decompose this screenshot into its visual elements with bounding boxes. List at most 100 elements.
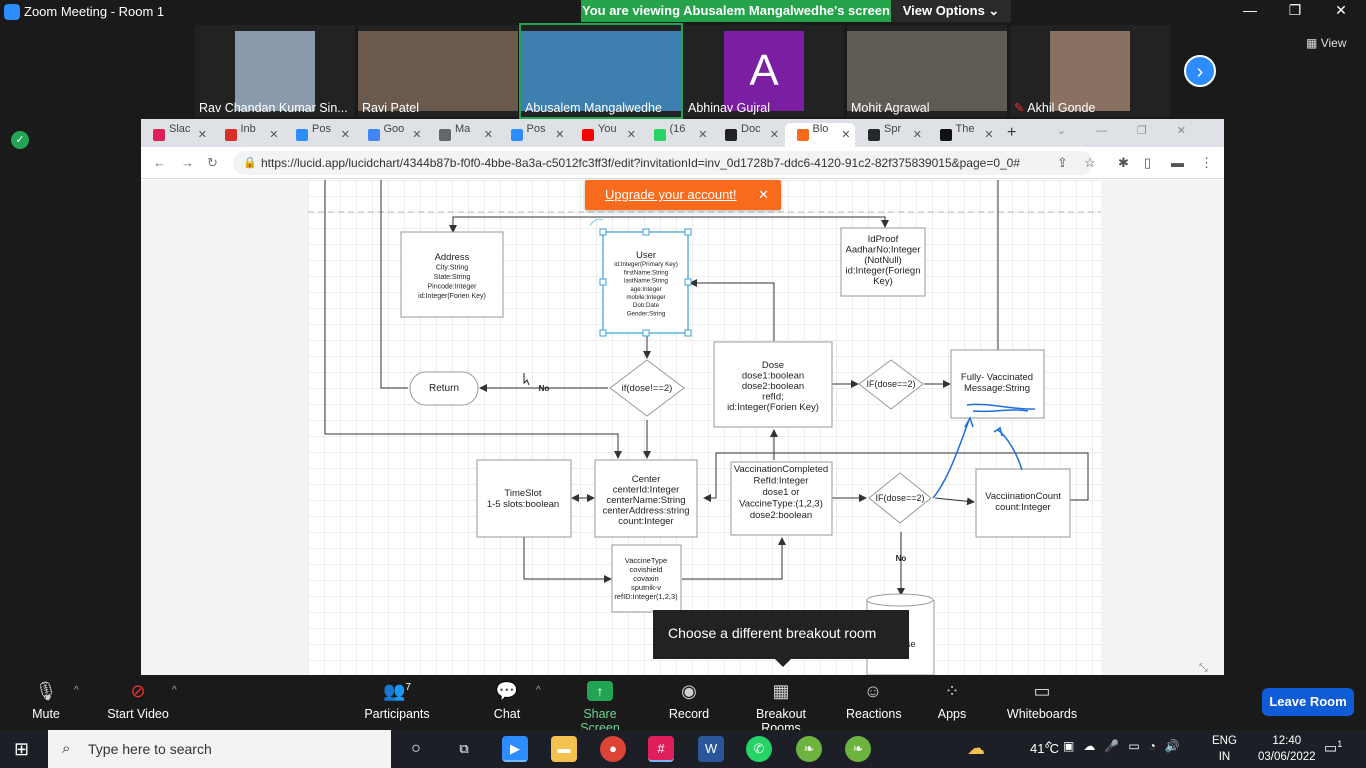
share-screen-button[interactable]: ↑ Share Screen — [564, 681, 636, 735]
record-icon: ◉ — [681, 681, 697, 701]
whatsapp-icon[interactable]: ✆ — [746, 736, 772, 762]
record-button[interactable]: ◉ Record — [668, 681, 710, 721]
tab-close-icon[interactable]: ✕ — [841, 128, 850, 141]
browser-tab[interactable]: Slac ✕ — [141, 123, 211, 147]
participant-tile-active[interactable]: Abusalem Mangalwedhe — [519, 23, 683, 119]
windows-start-icon[interactable]: ⊞ — [14, 739, 29, 760]
chevron-up-icon[interactable]: ^ — [536, 685, 541, 696]
encryption-shield-icon[interactable]: ✓ — [11, 131, 29, 149]
collapse-icon[interactable]: ⤡ — [1199, 662, 1208, 675]
tab-close-icon[interactable]: ✕ — [627, 128, 636, 141]
breakout-rooms-button[interactable]: ▦ Breakout Rooms — [737, 681, 825, 735]
participants-button[interactable]: 👥7 Participants — [363, 681, 431, 721]
chat-button[interactable]: 💬 Chat — [490, 681, 524, 721]
browser-tab[interactable]: Inb ✕ — [213, 123, 283, 147]
weather-icon[interactable]: ☁ — [967, 738, 985, 759]
browser-tab[interactable]: (16 ✕ — [642, 123, 712, 147]
url-field[interactable]: 🔒 https://lucid.app/lucidchart/4344b87b-… — [233, 151, 1093, 175]
chevron-up-icon[interactable]: ^ — [74, 685, 79, 696]
chevron-up-icon[interactable]: ^ — [172, 685, 177, 696]
favicon-icon — [296, 129, 308, 141]
extensions-icon[interactable]: ✱ — [1118, 155, 1129, 171]
share-screen-icon: ↑ — [587, 681, 613, 701]
browser-tab[interactable]: Blo ✕ — [784, 123, 855, 147]
participant-video — [521, 31, 681, 111]
notification-icon[interactable]: ▭1 — [1324, 739, 1342, 757]
entity-line: Pincode:Integer — [427, 284, 477, 291]
taskbar-search[interactable]: ⌕ Type here to search — [48, 730, 391, 768]
view-button[interactable]: ▦ View — [1306, 36, 1346, 50]
whiteboards-button[interactable]: ▭ Whiteboards — [1006, 681, 1078, 721]
close-icon[interactable]: ✕ — [758, 180, 769, 210]
browser-window-controls[interactable]: ⌄—❐✕ — [1057, 124, 1216, 137]
restore-button[interactable]: ❐ — [1275, 2, 1315, 19]
condition-label: IF(dose==2) — [875, 493, 924, 503]
sidepanel-icon[interactable]: ▯ — [1144, 155, 1151, 171]
profile-icon[interactable]: ▬ — [1171, 155, 1184, 170]
browser-tab[interactable]: Doc ✕ — [713, 123, 783, 147]
entity-line: Address — [435, 252, 470, 263]
participant-tile[interactable]: ✎ Akhil Gonde — [1010, 25, 1170, 117]
participant-tile[interactable]: Rav Chandan Kumar Sin... — [195, 25, 355, 117]
chrome-icon[interactable]: ● — [600, 736, 626, 762]
mute-button[interactable]: 🎙 Mute — [26, 681, 66, 721]
slack-icon[interactable]: # — [648, 736, 674, 762]
browser-tab[interactable]: You ✕ — [570, 123, 640, 147]
participant-tile[interactable]: Mohit Agrawal — [847, 25, 1007, 117]
tab-close-icon[interactable]: ✕ — [412, 128, 421, 141]
browser-tab[interactable]: Goo ✕ — [356, 123, 426, 147]
tab-close-icon[interactable]: ✕ — [698, 128, 707, 141]
apps-button[interactable]: ⁘ Apps — [936, 681, 968, 721]
leave-room-button[interactable]: Leave Room — [1262, 688, 1354, 716]
tab-close-icon[interactable]: ✕ — [913, 128, 922, 141]
tab-label: You — [598, 123, 617, 135]
cortana-icon[interactable]: ○ — [403, 736, 429, 762]
bookmark-star-icon[interactable]: ☆ — [1084, 155, 1096, 171]
system-tray-icons[interactable]: ⌃▣☁🎤▭◔🔊 — [1044, 739, 1189, 753]
spring-tool-icon[interactable]: ❧ — [796, 736, 822, 762]
word-icon[interactable]: W — [698, 736, 724, 762]
entity-line: State:String — [434, 274, 471, 281]
tab-close-icon[interactable]: ✕ — [198, 128, 207, 141]
upgrade-account-banner[interactable]: Upgrade your account! ✕ — [585, 180, 781, 210]
next-page-arrow-icon[interactable]: › — [1184, 55, 1216, 87]
back-icon[interactable]: ← — [153, 155, 166, 170]
browser-tab[interactable]: Pos ✕ — [499, 123, 569, 147]
tab-close-icon[interactable]: ✕ — [984, 128, 993, 141]
view-options-button[interactable]: View Options ⌄ — [891, 0, 1011, 22]
participant-tile[interactable]: A Abhinav Gujral — [684, 25, 844, 117]
tab-close-icon[interactable]: ✕ — [341, 128, 350, 141]
tab-close-icon[interactable]: ✕ — [484, 128, 493, 141]
entity-line: AadharNo:Integer — [846, 245, 921, 256]
file-explorer-icon[interactable]: ▬ — [551, 736, 577, 762]
tab-close-icon[interactable]: ✕ — [555, 128, 564, 141]
minimize-button[interactable]: — — [1230, 2, 1270, 18]
participant-name: ✎ Akhil Gonde — [1014, 101, 1096, 115]
new-tab-icon[interactable]: + — [1007, 124, 1016, 142]
diagram-page[interactable]: Address City:String State:String Pincode:In… — [308, 180, 1101, 675]
tab-close-icon[interactable]: ✕ — [269, 128, 278, 141]
browser-tab[interactable]: The ✕ — [928, 123, 998, 147]
start-video-button[interactable]: ⊘ Start Video — [102, 681, 174, 721]
menu-kebab-icon[interactable]: ⋮ — [1200, 155, 1213, 171]
share-icon[interactable]: ⇪ — [1057, 155, 1068, 171]
spring-tool-icon[interactable]: ❧ — [845, 736, 871, 762]
browser-tab[interactable]: Spr ✕ — [856, 123, 926, 147]
whiteboard-icon: ▭ — [1033, 681, 1051, 701]
reload-icon[interactable]: ↻ — [207, 155, 218, 171]
reactions-button[interactable]: ☺ Reactions — [846, 681, 902, 721]
browser-tab[interactable]: Ma ✕ — [427, 123, 497, 147]
forward-icon[interactable]: → — [181, 155, 194, 170]
browser-tab[interactable]: Pos ✕ — [284, 123, 354, 147]
entity-line: VaccinationCompleted — [734, 464, 828, 475]
close-button[interactable]: ✕ — [1321, 2, 1361, 19]
input-language[interactable]: ENG IN — [1212, 733, 1237, 765]
participant-tile[interactable]: Ravi Patel — [358, 25, 518, 117]
tab-close-icon[interactable]: ✕ — [770, 128, 779, 141]
clock[interactable]: 12:40 03/06/2022 — [1258, 733, 1316, 765]
lucidchart-canvas[interactable]: Address City:String State:String Pincode:In… — [141, 180, 1224, 675]
zoom-app-icon[interactable]: ▶ — [502, 736, 528, 762]
task-view-icon[interactable]: ⧉ — [451, 736, 477, 762]
upgrade-link[interactable]: Upgrade your account! — [605, 187, 737, 202]
video-off-icon: ⊘ — [130, 681, 146, 701]
